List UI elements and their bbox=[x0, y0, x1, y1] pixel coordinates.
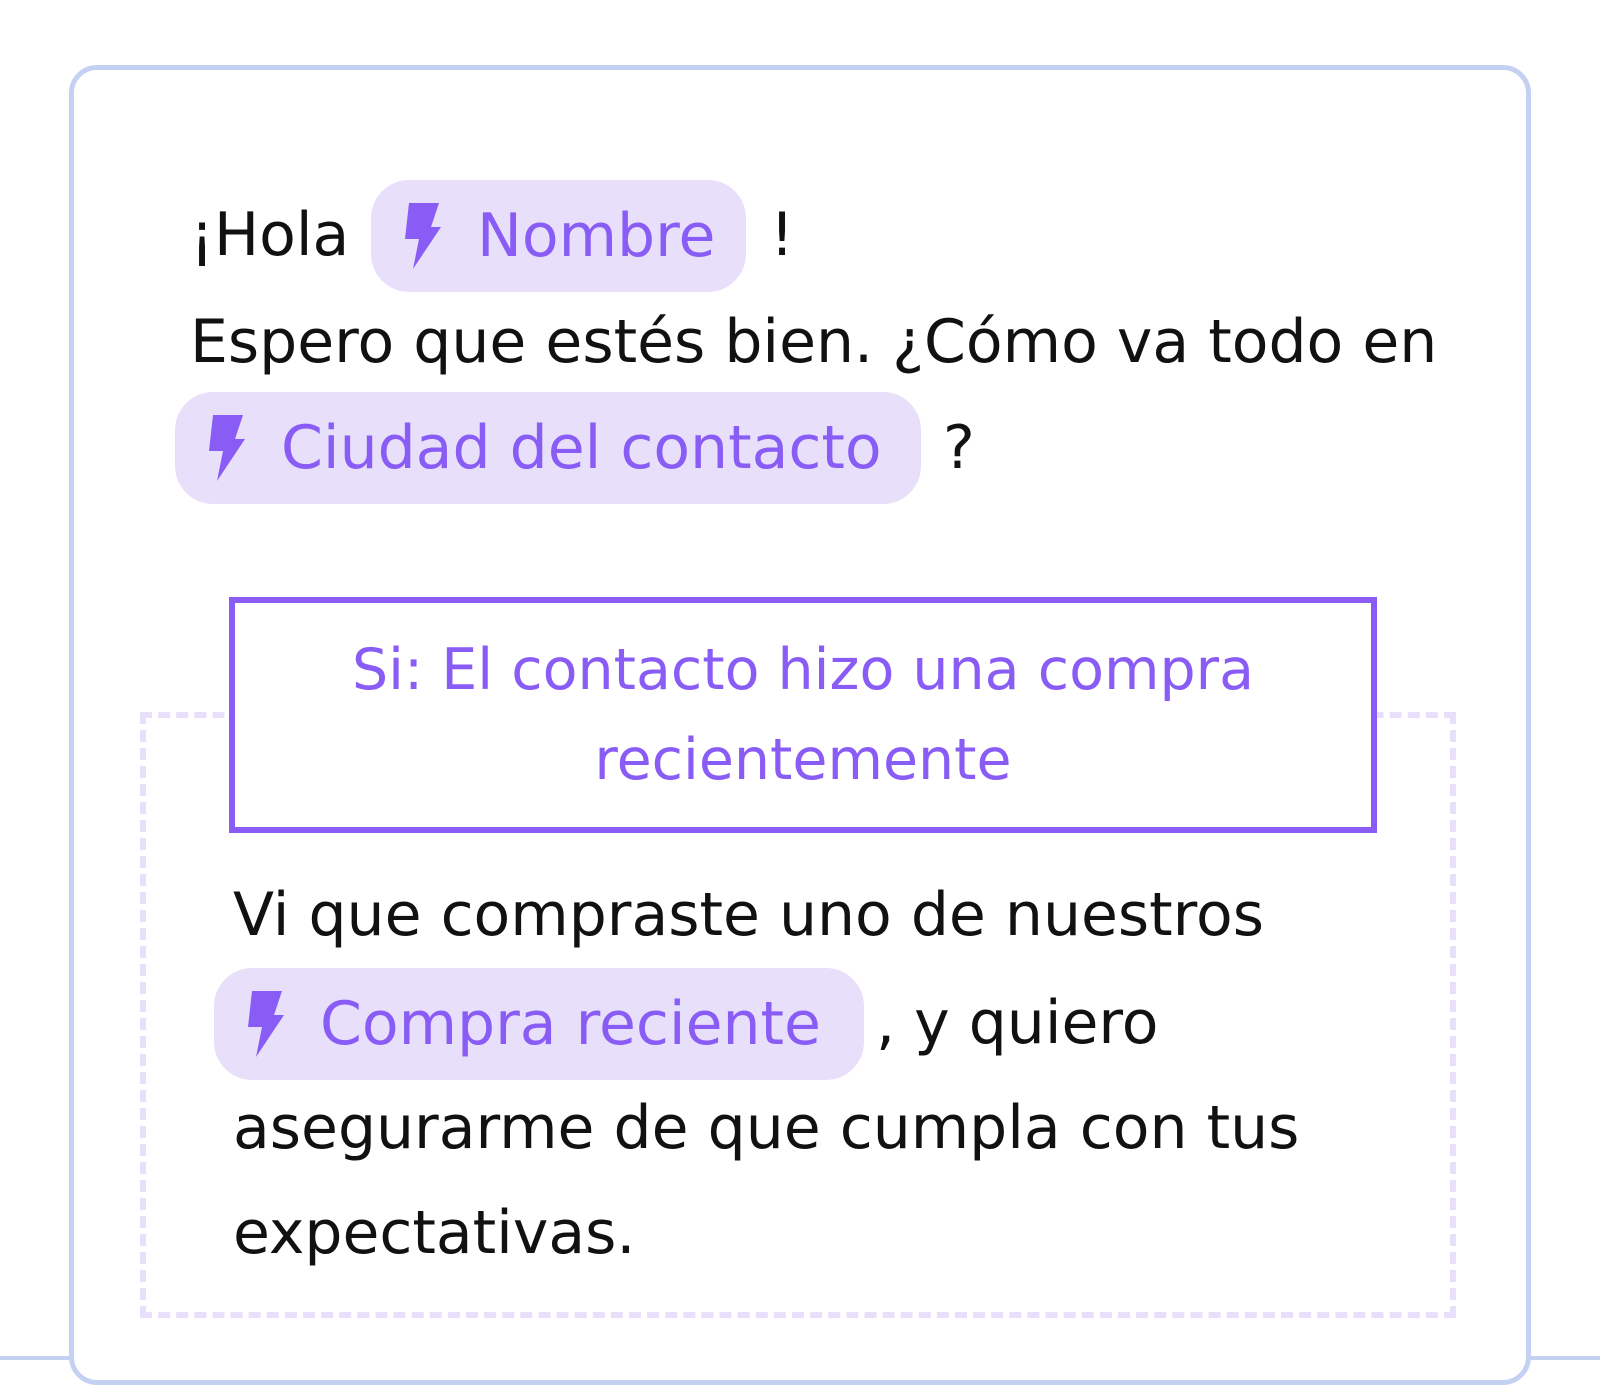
chip-label: Nombre bbox=[477, 201, 716, 271]
message-line: Espero que estés bien. ¿Cómo va todo en bbox=[190, 307, 1438, 377]
lightning-bolt-icon bbox=[209, 415, 245, 481]
condition-header[interactable]: Si: El contacto hizo una compra reciente… bbox=[229, 597, 1377, 833]
variable-chip-nombre[interactable]: Nombre bbox=[371, 180, 746, 292]
greeting-prefix: ¡Hola bbox=[190, 200, 350, 270]
conditional-line-suffix: , y quiero bbox=[876, 988, 1159, 1058]
conditional-line: expectativas. bbox=[233, 1198, 636, 1268]
greeting-suffix: ! bbox=[770, 200, 795, 270]
condition-label: Si: El contacto hizo una compra reciente… bbox=[351, 637, 1255, 793]
conditional-line: Vi que compraste uno de nuestros bbox=[233, 880, 1264, 950]
variable-chip-compra[interactable]: Compra reciente bbox=[214, 968, 864, 1080]
chip-label: Ciudad del contacto bbox=[281, 413, 882, 483]
lightning-bolt-icon bbox=[405, 203, 441, 269]
chip-label: Compra reciente bbox=[320, 989, 821, 1059]
variable-chip-ciudad[interactable]: Ciudad del contacto bbox=[175, 392, 921, 504]
conditional-line: asegurarme de que cumpla con tus bbox=[233, 1093, 1300, 1163]
question-suffix: ? bbox=[943, 413, 975, 483]
lightning-bolt-icon bbox=[248, 991, 284, 1057]
